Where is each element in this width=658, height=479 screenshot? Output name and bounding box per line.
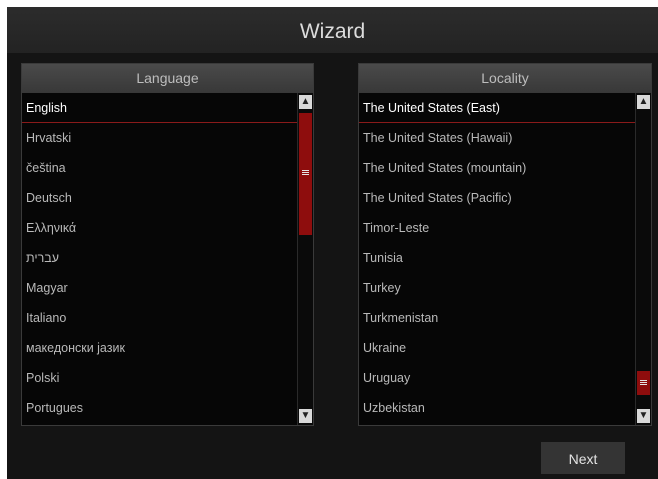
language-item-deutsch[interactable]: Deutsch <box>22 183 297 213</box>
locality-item[interactable]: The United States (mountain) <box>359 153 635 183</box>
locality-list: The United States (East) The United Stat… <box>359 93 635 425</box>
screen-top-edge <box>0 0 658 7</box>
language-item-polski[interactable]: Polski <box>22 363 297 393</box>
scroll-up-arrow-icon[interactable]: ▲ <box>299 95 312 109</box>
locality-item[interactable]: Turkey <box>359 273 635 303</box>
language-scroll-thumb[interactable] <box>299 113 312 235</box>
language-item-magyar[interactable]: Magyar <box>22 273 297 303</box>
language-list: English Hrvatski čeština Deutsch Ελληνικ… <box>22 93 297 425</box>
locality-item[interactable]: Ukraine <box>359 333 635 363</box>
scroll-down-arrow-icon[interactable]: ▼ <box>299 409 312 423</box>
locality-list-header: Locality <box>359 64 651 93</box>
next-button[interactable]: Next <box>541 442 625 474</box>
locality-item[interactable]: Uzbekistan <box>359 393 635 423</box>
locality-list-panel: Locality The United States (East) The Un… <box>358 63 652 426</box>
language-item-portugues[interactable]: Portugues <box>22 393 297 423</box>
scroll-down-arrow-icon[interactable]: ▼ <box>637 409 650 423</box>
wizard-title: Wizard <box>7 7 658 53</box>
language-list-panel: Language English Hrvatski čeština Deutsc… <box>21 63 314 426</box>
wizard-dialog: Wizard Language English Hrvatski čeština… <box>7 7 658 479</box>
locality-item[interactable]: Timor-Leste <box>359 213 635 243</box>
locality-item[interactable]: The United States (Pacific) <box>359 183 635 213</box>
locality-item[interactable]: The United States (East) <box>359 93 635 123</box>
locality-item[interactable]: Uruguay <box>359 363 635 393</box>
locality-scrollbar[interactable]: ▲ ▼ <box>635 93 651 425</box>
language-item-macedonian[interactable]: македонски јазик <box>22 333 297 363</box>
grip-icon <box>640 380 647 385</box>
language-item-greek[interactable]: Ελληνικά <box>22 213 297 243</box>
locality-item[interactable]: Turkmenistan <box>359 303 635 333</box>
language-item-italiano[interactable]: Italiano <box>22 303 297 333</box>
language-item-cestina[interactable]: čeština <box>22 153 297 183</box>
language-item-hebrew[interactable]: עברית <box>22 243 297 273</box>
language-item-english[interactable]: English <box>22 93 297 123</box>
locality-item[interactable]: Tunisia <box>359 243 635 273</box>
locality-scroll-thumb[interactable] <box>637 371 650 395</box>
scroll-up-arrow-icon[interactable]: ▲ <box>637 95 650 109</box>
grip-icon <box>302 170 309 175</box>
language-list-header: Language <box>22 64 313 93</box>
language-scrollbar[interactable]: ▲ ▼ <box>297 93 313 425</box>
locality-item[interactable]: The United States (Hawaii) <box>359 123 635 153</box>
language-item-hrvatski[interactable]: Hrvatski <box>22 123 297 153</box>
